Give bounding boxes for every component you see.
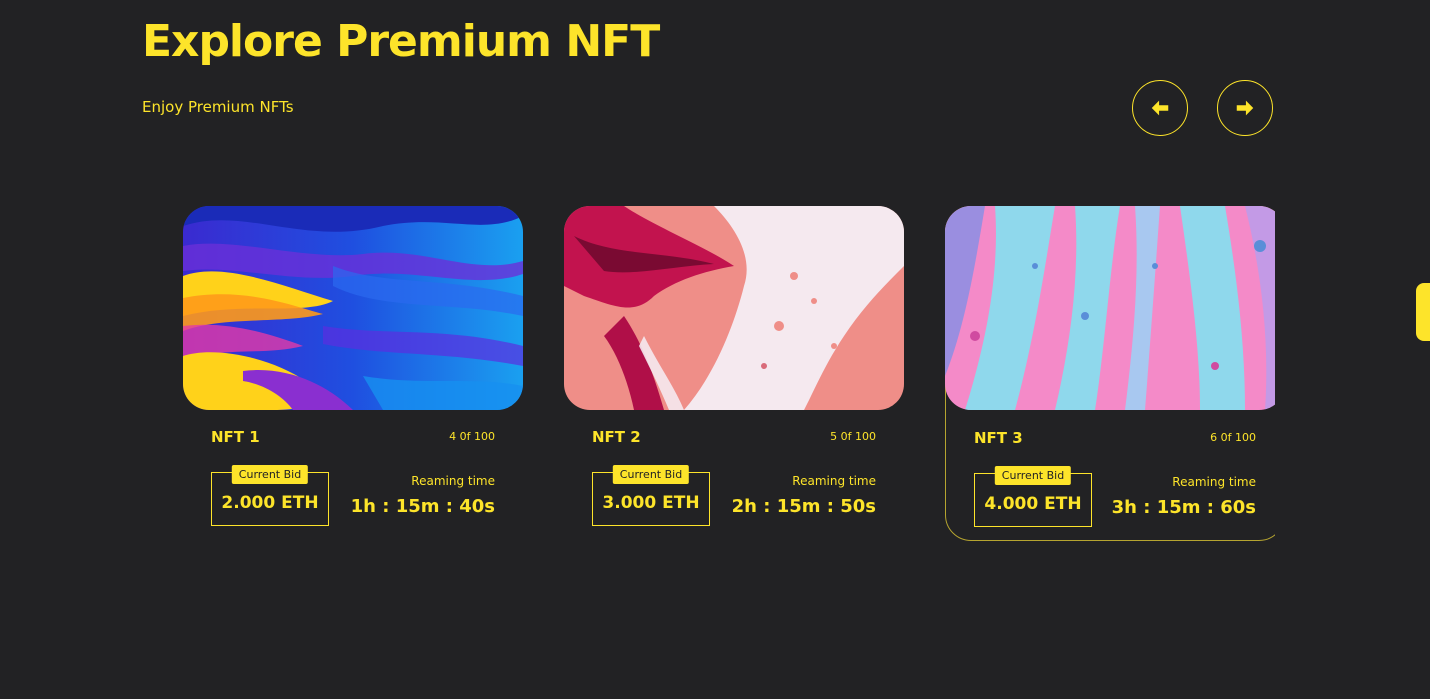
nft-name: NFT 1 xyxy=(211,428,260,446)
previous-button[interactable] xyxy=(1132,80,1188,136)
current-bid-box: Current Bid 3.000 ETH xyxy=(592,465,710,526)
remaining-time-value: 3h : 15m : 60s xyxy=(1111,497,1256,518)
nft-image xyxy=(183,206,523,410)
page-subtitle: Enjoy Premium NFTs xyxy=(142,98,294,116)
nft-image xyxy=(944,205,1275,410)
current-bid-label: Current Bid xyxy=(994,466,1072,485)
edition-count: 6 0f 100 xyxy=(1210,431,1256,444)
nft-name: NFT 2 xyxy=(592,428,641,446)
current-bid-value: 4.000 ETH xyxy=(984,494,1082,514)
nft-card[interactable]: NFT 2 5 0f 100 Current Bid 3.000 ETH Rea… xyxy=(564,206,904,541)
nft-image xyxy=(564,206,904,410)
nft-carousel: NFT 1 4 0f 100 Current Bid 2.000 ETH Rea… xyxy=(140,150,1275,570)
current-bid-value: 3.000 ETH xyxy=(602,493,700,513)
current-bid-label: Current Bid xyxy=(231,465,309,484)
remaining-time-label: Reaming time xyxy=(1172,475,1256,489)
arrow-left-icon xyxy=(1151,100,1169,116)
page-title: Explore Premium NFT xyxy=(142,16,660,67)
nft-card[interactable]: NFT 1 4 0f 100 Current Bid 2.000 ETH Rea… xyxy=(183,206,523,541)
remaining-time-value: 1h : 15m : 40s xyxy=(350,496,495,517)
nft-name: NFT 3 xyxy=(974,429,1023,447)
current-bid-value: 2.000 ETH xyxy=(221,493,319,513)
remaining-time-label: Reaming time xyxy=(411,474,495,488)
nft-card-active[interactable]: NFT 3 6 0f 100 Current Bid 4.000 ETH Rea… xyxy=(944,205,1275,541)
edition-count: 4 0f 100 xyxy=(449,430,495,443)
remaining-time-label: Reaming time xyxy=(792,474,876,488)
arrow-right-icon xyxy=(1236,100,1254,116)
edition-count: 5 0f 100 xyxy=(830,430,876,443)
current-bid-box: Current Bid 2.000 ETH xyxy=(211,465,329,526)
current-bid-label: Current Bid xyxy=(612,465,690,484)
next-button[interactable] xyxy=(1217,80,1273,136)
remaining-time-value: 2h : 15m : 50s xyxy=(731,496,876,517)
side-scroll-tab[interactable] xyxy=(1416,283,1430,341)
current-bid-box: Current Bid 4.000 ETH xyxy=(974,466,1092,527)
